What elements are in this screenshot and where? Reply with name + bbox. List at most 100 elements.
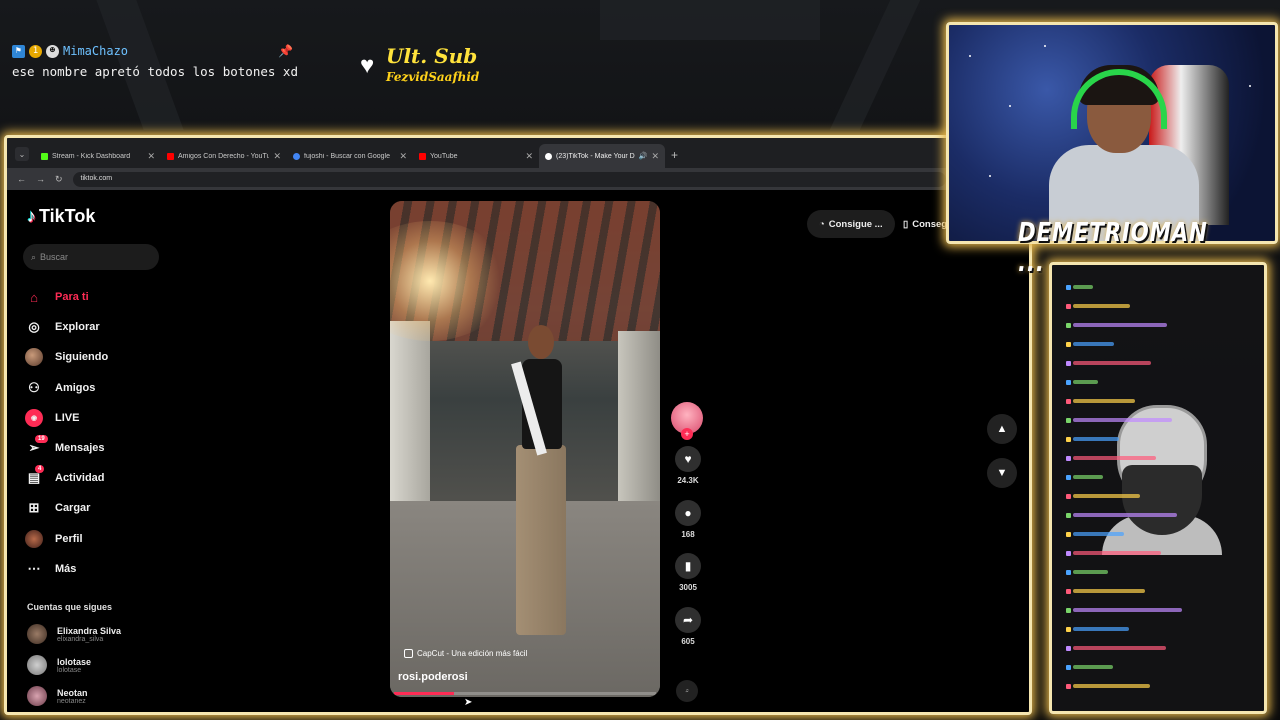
url-field[interactable]: tiktok.com	[72, 171, 947, 187]
account-handle: neotanez	[57, 697, 86, 705]
tab-google-search[interactable]: fujoshi - Buscar con Google ✕	[287, 144, 413, 168]
tiktok-favicon-icon	[545, 152, 552, 160]
activity-badge: 4	[35, 465, 45, 474]
chat-message-line	[1066, 625, 1129, 633]
music-disc-icon[interactable]: ♫	[676, 680, 698, 702]
nav-label: Actividad	[55, 472, 105, 485]
get-app-button[interactable]: ◔ Consigue ...	[807, 210, 895, 238]
chat-message-line	[1066, 530, 1124, 538]
tab-title: Stream - Kick Dashboard	[52, 152, 131, 160]
sidebar: ♪ TikTok ⌕ Buscar ⌂ Para ti ◎ Explorar S…	[7, 190, 177, 712]
nav-item-actividad[interactable]: ▤ 4 Actividad	[25, 463, 175, 493]
nav-label: Amigos	[55, 381, 96, 394]
tiktok-logo[interactable]: ♪ TikTok	[27, 206, 95, 227]
nav-label: Más	[55, 562, 77, 575]
nav-label: Perfil	[55, 532, 83, 545]
nav-item-para-ti[interactable]: ⌂ Para ti	[25, 282, 175, 312]
stream-overlay: ⚑ 1 ☻ MimaChazo 📌 ese nombre apretó todo…	[0, 0, 1280, 720]
nav-label: LIVE	[55, 411, 80, 424]
nav-item-live[interactable]: ◉ LIVE	[25, 403, 175, 433]
close-icon[interactable]: ✕	[399, 151, 407, 162]
tab-title: Amigos Con Derecho - YouTube	[178, 152, 270, 160]
save-button[interactable]: ▮ 3005	[674, 553, 702, 592]
comment-count: 168	[681, 530, 695, 539]
comment-button[interactable]: ● 168	[674, 500, 702, 539]
messages-icon: ➢ 19	[25, 435, 48, 457]
next-video-button[interactable]: ▼	[987, 458, 1017, 488]
close-icon[interactable]: ✕	[147, 151, 155, 162]
tab-title: YouTube	[430, 152, 458, 160]
comment-icon: ●	[675, 500, 701, 526]
share-icon: ➦	[675, 607, 701, 633]
reload-icon[interactable]: ↻	[55, 174, 63, 185]
profile-avatar-icon	[25, 529, 43, 548]
nav-item-cargar[interactable]: ⊞ Cargar	[25, 493, 175, 523]
chat-message-line	[1066, 511, 1177, 519]
friends-icon: ⚇	[28, 379, 40, 395]
google-favicon-icon	[293, 152, 300, 160]
search-input[interactable]: ⌕ Buscar	[23, 244, 159, 270]
alert-username: MimaChazo	[63, 44, 129, 58]
tab-search-icon[interactable]: ⌄	[15, 147, 29, 161]
followed-account[interactable]: lolotase lolotase	[27, 655, 91, 675]
chat-message-line	[1066, 321, 1167, 329]
chat-message-line	[1066, 644, 1166, 652]
tab-kick-dashboard[interactable]: Stream - Kick Dashboard ✕	[35, 144, 161, 168]
live-icon: ◉	[25, 408, 43, 427]
nav-item-amigos[interactable]: ⚇ Amigos	[25, 373, 175, 403]
like-button[interactable]: ♥ 24.3K	[674, 446, 702, 485]
following-avatar-icon	[25, 348, 43, 367]
search-placeholder: Buscar	[40, 252, 69, 262]
back-icon[interactable]: ←	[17, 174, 26, 184]
video-progress-bar[interactable]	[394, 692, 656, 695]
close-icon[interactable]: ✕	[273, 151, 281, 162]
pin-icon: 📌	[278, 44, 293, 58]
previous-video-button[interactable]: ▲	[987, 414, 1017, 444]
avatar	[27, 686, 47, 706]
capcut-label[interactable]: CapCut - Una edición más fácil	[404, 649, 527, 658]
youtube-favicon-icon	[167, 152, 174, 160]
nav-item-mensajes[interactable]: ➢ 19 Mensajes	[25, 433, 175, 463]
chevron-down-icon: ▼	[996, 467, 1008, 479]
followed-account[interactable]: Neotan neotanez	[27, 686, 88, 706]
tiktok-page: ♪ TikTok ⌕ Buscar ⌂ Para ti ◎ Explorar S…	[7, 190, 1029, 712]
upload-icon: ⊞	[28, 500, 40, 516]
close-icon[interactable]: ✕	[525, 151, 533, 162]
forward-icon[interactable]: →	[36, 174, 45, 184]
address-bar: ← → ↻ tiktok.com ⇄ ⌕ ▣ ☆ ●	[7, 168, 1029, 190]
tab-youtube-amigos[interactable]: Amigos Con Derecho - YouTube ✕	[161, 144, 287, 168]
youtube-favicon-icon	[419, 152, 426, 160]
last-sub-title: Ult. Sub	[386, 44, 478, 68]
video-author[interactable]: rosi.poderosi	[398, 671, 468, 683]
chat-message-line	[1066, 568, 1108, 576]
chat-message-line	[1066, 492, 1140, 500]
get-app-label: Consigue ...	[828, 218, 883, 230]
search-icon: ⌕	[31, 251, 37, 262]
follow-plus-icon[interactable]: +	[681, 428, 693, 440]
bookmark-icon: ▮	[675, 553, 701, 579]
chat-message-line	[1066, 359, 1151, 367]
nav-item-siguiendo[interactable]: Siguiendo	[25, 342, 175, 372]
close-icon[interactable]: ✕	[651, 151, 659, 162]
like-count: 24.3K	[677, 476, 699, 485]
nav-item-explorar[interactable]: ◎ Explorar	[25, 312, 175, 342]
followed-account[interactable]: Elixandra Silva elixandra_silva	[27, 624, 121, 644]
chat-message-line	[1066, 606, 1182, 614]
chat-message-line	[1066, 454, 1156, 462]
chat-message-line	[1066, 340, 1114, 348]
nav-item-perfil[interactable]: Perfil	[25, 524, 175, 554]
share-button[interactable]: ➦ 605	[674, 607, 702, 646]
tab-tiktok[interactable]: (23)TikTok - Make Your Day 🔊 ✕	[539, 144, 665, 168]
video-player[interactable]: CapCut - Una edición más fácil rosi.pode…	[390, 201, 660, 697]
speaker-icon[interactable]: 🔊	[639, 152, 648, 160]
nav-label: Para ti	[55, 291, 89, 304]
tab-youtube[interactable]: YouTube ✕	[413, 144, 539, 168]
new-tab-icon[interactable]: +	[671, 148, 678, 162]
account-handle: lolotase	[57, 666, 82, 674]
chat-message-line	[1066, 682, 1150, 690]
account-name: Elixandra Silva	[57, 625, 122, 636]
chat-panel	[1049, 262, 1267, 714]
nav-item-mas[interactable]: ⋯ Más	[25, 554, 175, 584]
avatar	[27, 624, 47, 644]
account-handle: elixandra_silva	[57, 635, 104, 643]
